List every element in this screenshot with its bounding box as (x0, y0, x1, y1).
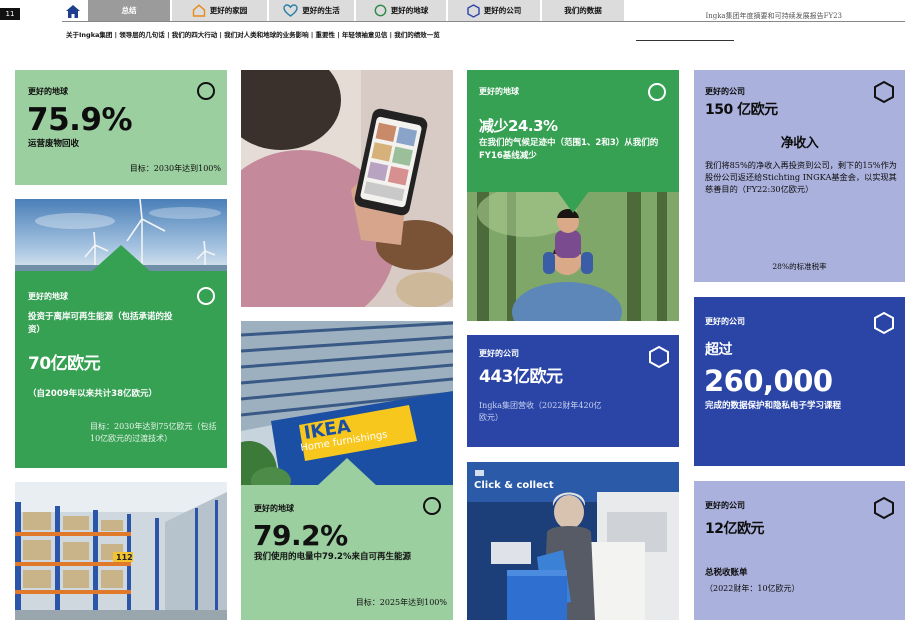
home-button[interactable] (62, 2, 84, 20)
card-description: 我们使用的电量中79.2%来自可再生能源 (254, 552, 411, 562)
card-target: 目标：2030年达到75亿欧元（包括10亿欧元的过渡技术） (90, 422, 217, 443)
heart-outline-icon (283, 4, 298, 17)
tab-our-data[interactable]: 我们的数据 (542, 0, 624, 21)
card-value: 260,000 (704, 364, 833, 398)
title-underline (636, 40, 734, 41)
circle-outline-icon (648, 83, 666, 101)
tab-better-lives[interactable]: 更好的生活 (269, 0, 354, 21)
card-description: 投资于离岸可再生能源（包括承诺的投资） (28, 312, 173, 336)
click-collect-sign: Click & collect (474, 480, 554, 491)
phone-shopping-photo (241, 70, 453, 307)
card-net-income: 更好的公司 150 亿欧元 净收入 我们将85%的净收入再投资到公司，剩下的15… (694, 70, 905, 282)
card-target: 目标：2030年达到100% (129, 164, 221, 173)
card-category: 更好的公司 (479, 349, 519, 358)
card-subtext: （自2009年以来共计38亿欧元） (28, 389, 157, 399)
card-category: 更好的地球 (28, 87, 68, 96)
card-category: 更好的公司 (705, 87, 745, 96)
tab-better-company[interactable]: 更好的公司 (448, 0, 540, 21)
hexagon-outline-icon (874, 311, 894, 335)
card-revenue: 更好的公司 443亿欧元 Ingka集团营收（2022财年420亿欧元） (467, 335, 679, 447)
circle-outline-icon (197, 82, 215, 100)
card-waste-recycling: 更好的地球 75.9% 运营废物回收 目标：2030年达到100% (15, 70, 227, 185)
card-value: 150 亿欧元 (705, 102, 778, 118)
hexagon-outline-icon (874, 496, 894, 520)
card-category: 更好的地球 (28, 292, 68, 301)
card-description: 在我们的气候足迹中（范围1、2和3）从我们的FY16基线减少 (479, 138, 659, 162)
card-category: 更好的公司 (705, 317, 745, 326)
card-prefix: 超过 (705, 342, 733, 358)
card-value: 443亿欧元 (479, 367, 563, 387)
card-note: Ingka集团营收（2022财年420亿欧元） (479, 401, 602, 422)
card-category: 更好的地球 (479, 87, 519, 96)
home-icon (66, 4, 80, 18)
tab-label: 更好的地球 (390, 6, 429, 15)
card-value: 75.9% (27, 102, 133, 138)
card-target: 目标：2025年达到100% (355, 598, 447, 607)
nav-divider (62, 21, 905, 22)
warehouse-photo: 112 (15, 482, 227, 620)
card-subtitle: 净收入 (780, 136, 819, 151)
circle-outline-icon (197, 287, 215, 305)
tab-better-homes[interactable]: 更好的家园 (172, 0, 267, 21)
sub-navigation[interactable]: 关于Ingka集团 | 领导层的几句话 | 我们的四大行动 | 我们对人类和地球… (66, 29, 440, 39)
card-value: 减少24.3% (479, 117, 558, 135)
tab-better-planet[interactable]: 更好的地球 (356, 0, 446, 21)
card-note: 28%的标准税率 (772, 262, 827, 271)
tab-label: 更好的公司 (483, 6, 522, 15)
tab-label: 我们的数据 (564, 6, 602, 15)
card-description: 完成的数据保护和隐私电子学习课程 (705, 401, 842, 411)
card-tax-bill: 更好的公司 12亿欧元 总税收账单 （2022财年：10亿欧元） (694, 481, 905, 620)
circle-outline-icon (423, 497, 441, 515)
card-category: 更好的地球 (254, 504, 294, 513)
page-number: 11 (0, 8, 20, 20)
tab-label: 更好的生活 (302, 6, 340, 15)
tab-summary[interactable]: 总结 (88, 0, 170, 21)
tab-label: 总结 (121, 6, 137, 15)
card-value: 79.2% (253, 519, 348, 552)
speech-pointer (91, 245, 151, 272)
card-climate-footprint: 更好的地球 减少24.3% 在我们的气候足迹中（范围1、2和3）从我们的FY16… (467, 70, 679, 321)
card-category: 更好的公司 (705, 501, 745, 510)
card-body: 我们将85%的净收入再投资到公司，剩下的15%作为股份公司返还给Stichtin… (705, 160, 897, 194)
card-note: （2022财年：10亿欧元） (705, 584, 800, 593)
click-collect-photo: Click & collect (467, 462, 679, 620)
card-renewable-electricity: IKEA Home furnishings 更好的地球 79.2% 我们使用的电… (241, 321, 453, 620)
card-renewable-investment: 更好的地球 投资于离岸可再生能源（包括承诺的投资） 70亿欧元 （自2009年以… (15, 199, 227, 468)
speech-pointer (557, 191, 589, 213)
card-data-protection-training: 更好的公司 超过 260,000 完成的数据保护和隐私电子学习课程 (694, 297, 905, 466)
card-value: 12亿欧元 (705, 521, 764, 537)
circle-outline-icon (374, 4, 387, 17)
hexagon-outline-icon (467, 3, 480, 18)
card-description: 运营废物回收 (28, 139, 80, 149)
hexagon-outline-icon (649, 345, 669, 369)
speech-pointer (317, 458, 377, 486)
hexagon-outline-icon (874, 80, 894, 104)
house-outline-icon (192, 4, 205, 17)
tab-label: 更好的家园 (209, 6, 248, 15)
card-value: 70亿欧元 (28, 354, 101, 374)
report-title: Ingka集团年度摘要和可持续发展报告FY23 (705, 12, 842, 20)
card-description: 总税收账单 (705, 568, 748, 578)
rack-number: 112 (116, 553, 133, 562)
